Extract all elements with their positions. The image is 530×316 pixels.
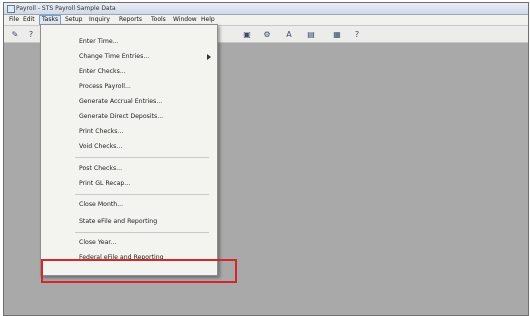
menu-item-generate-accrual-entries[interactable]: Generate Accrual Entries... (79, 96, 162, 108)
menu-separator (75, 157, 209, 158)
menu-item-process-payroll[interactable]: Process Payroll... (79, 81, 131, 93)
app-icon (7, 5, 15, 13)
text-icon[interactable]: A (282, 28, 296, 42)
submenu-arrow-icon (207, 54, 211, 60)
menu-item-post-checks[interactable]: Post Checks... (79, 163, 122, 175)
tasks-dropdown-menu: Enter Time... Change Time Entries... Ent… (40, 24, 218, 276)
help-icon[interactable]: ? (24, 28, 38, 42)
menu-edit[interactable]: Edit (21, 15, 37, 25)
menu-item-print-checks[interactable]: Print Checks... (79, 126, 123, 138)
menu-item-generate-direct-deposits[interactable]: Generate Direct Deposits... (79, 111, 163, 123)
question-icon[interactable]: ? (350, 28, 364, 42)
menu-separator (75, 232, 209, 233)
menu-item-close-month[interactable]: Close Month... (79, 199, 123, 211)
menu-file[interactable]: File (7, 15, 21, 25)
document-icon[interactable]: ▤ (304, 28, 318, 42)
menu-item-change-time-entries[interactable]: Change Time Entries... (79, 51, 149, 63)
menu-separator (75, 194, 209, 195)
gear-icon[interactable]: ⚙ (260, 28, 274, 42)
paste-icon[interactable]: ▣ (240, 28, 254, 42)
menu-item-void-checks[interactable]: Void Checks... (79, 141, 122, 153)
highlight-box (41, 259, 237, 283)
menu-item-state-efile-reporting[interactable]: State eFile and Reporting (79, 216, 157, 228)
title-bar: Payroll - STS Payroll Sample Data (4, 3, 528, 15)
calculator-icon[interactable]: ▦ (330, 28, 344, 42)
menu-item-enter-checks[interactable]: Enter Checks... (79, 66, 126, 78)
window-title: Payroll - STS Payroll Sample Data (16, 5, 116, 12)
edit-icon[interactable]: ✎ (8, 28, 22, 42)
menu-item-close-year[interactable]: Close Year... (79, 237, 116, 249)
menu-item-enter-time[interactable]: Enter Time... (79, 36, 119, 48)
menu-item-print-gl-recap[interactable]: Print GL Recap... (79, 178, 130, 190)
